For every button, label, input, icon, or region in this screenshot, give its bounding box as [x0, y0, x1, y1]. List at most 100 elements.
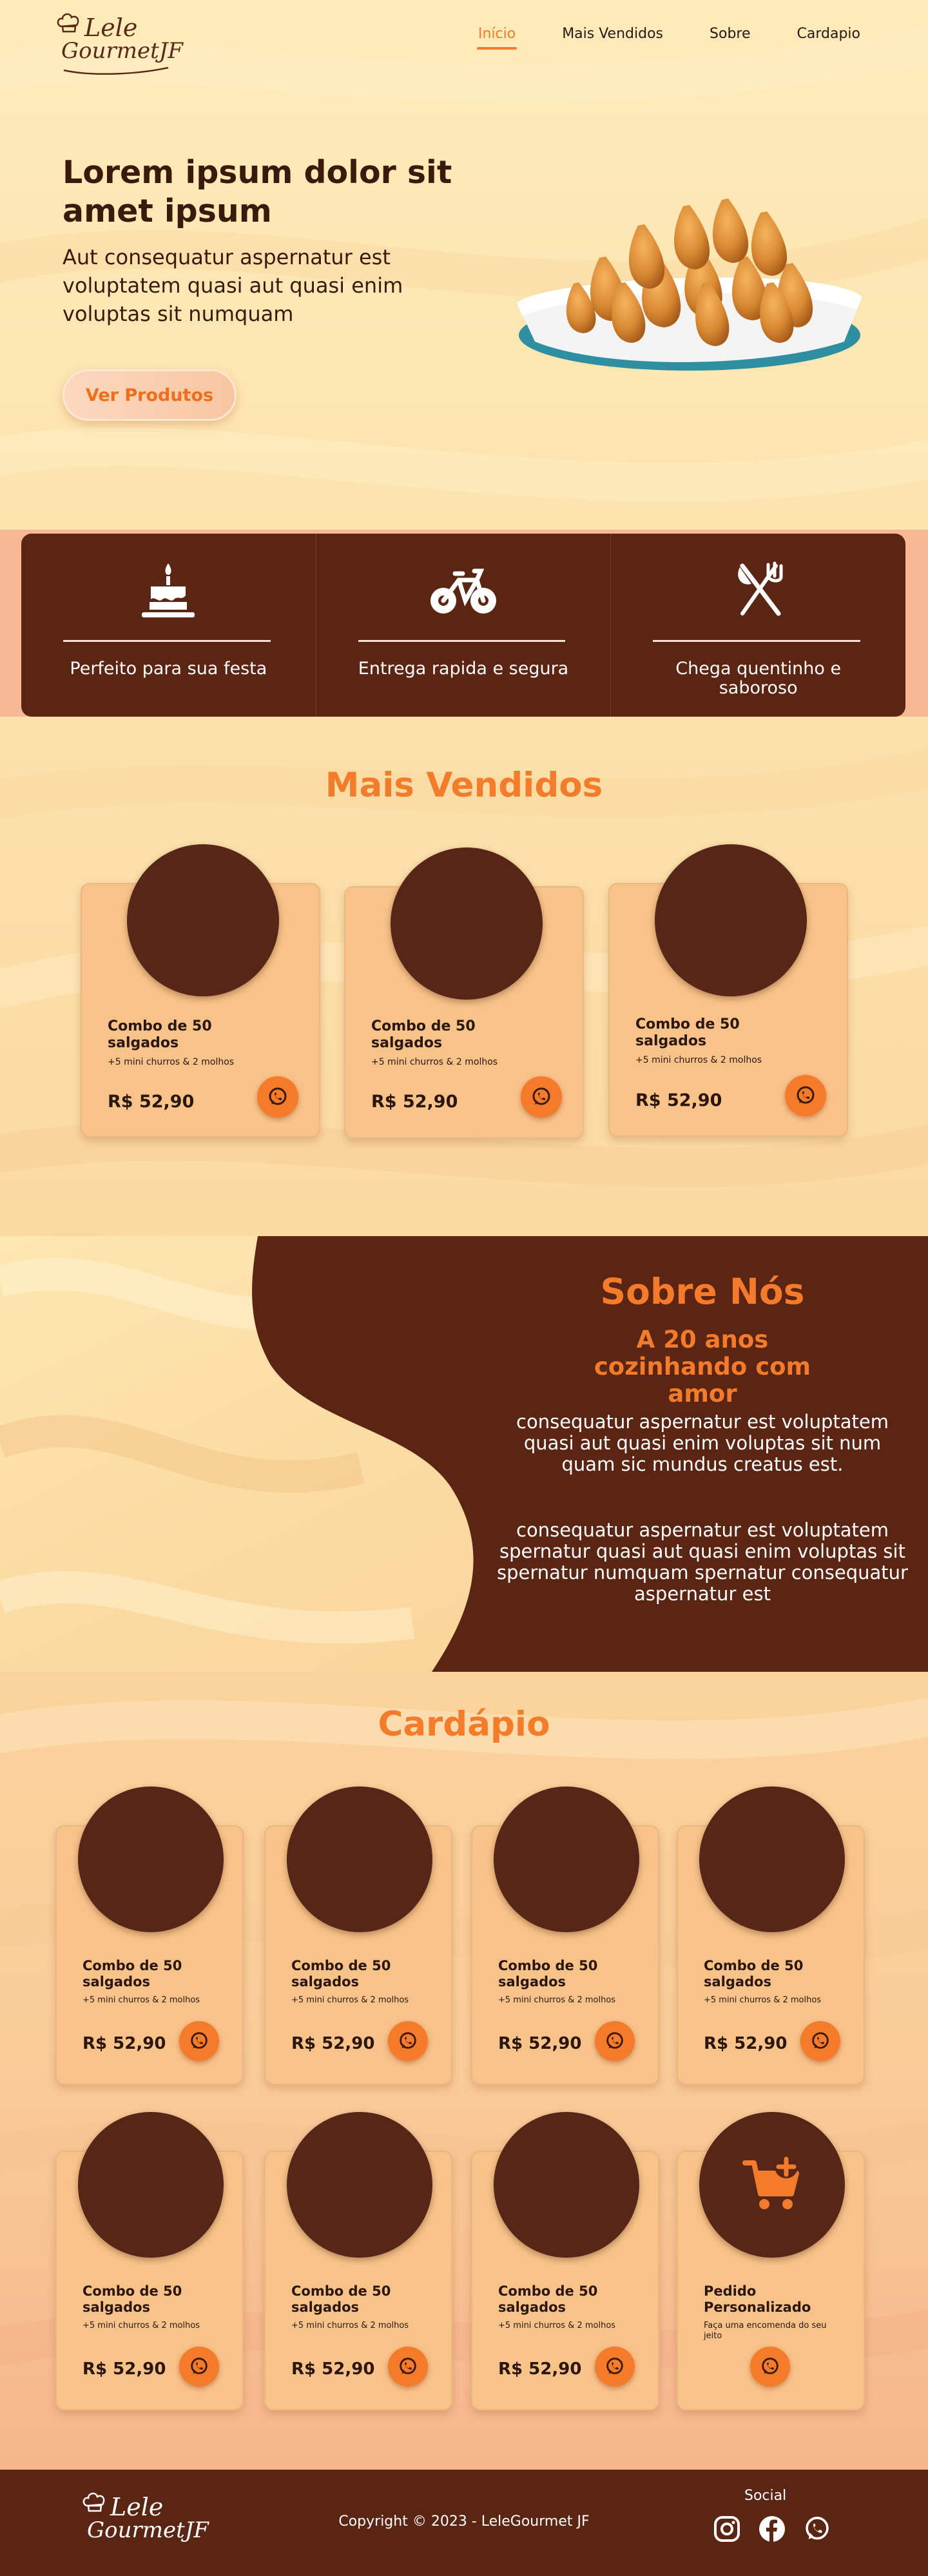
nav-mais-vendidos[interactable]: Mais Vendidos [562, 26, 663, 50]
product-price: R$ 52,90 [291, 2034, 375, 2053]
product-name: Combo de 50 salgados [291, 2283, 391, 2315]
instagram-icon[interactable] [713, 2515, 741, 2543]
product-price: R$ 52,90 [82, 2034, 166, 2053]
feature-party: Perfeito para sua festa [21, 534, 316, 717]
product-price: R$ 52,90 [291, 2359, 375, 2379]
whatsapp-order-button[interactable] [785, 1075, 826, 1116]
whatsapp-icon [532, 1087, 550, 1105]
custom-order-card[interactable]: Pedido Personalizado Faça uma encomenda … [677, 2112, 865, 2410]
product-name: Combo de 50 salgados [704, 1958, 804, 1990]
about-paragraph-2: consequatur aspernatur est voluptatem sp… [497, 1519, 908, 1605]
facebook-icon[interactable] [758, 2515, 786, 2543]
product-price: R$ 52,90 [82, 2359, 166, 2379]
feature-divider [63, 640, 271, 642]
product-price: R$ 52,90 [498, 2034, 582, 2053]
product-image [127, 844, 279, 996]
menu-card[interactable]: Combo de 50 salgados +5 mini churros & 2… [264, 1787, 452, 2085]
product-desc: +5 mini churros & 2 molhos [291, 2321, 409, 2330]
menu-card[interactable]: Combo de 50 salgados +5 mini churros & 2… [264, 2112, 452, 2410]
chef-hat-icon [57, 13, 79, 33]
product-desc: +5 mini churros & 2 molhos [371, 1057, 498, 1067]
about-paragraph-1: consequatur aspernatur est voluptatem qu… [516, 1411, 889, 1475]
menu-title: Cardápio [378, 1705, 550, 1744]
menu-card[interactable]: Combo de 50 salgados +5 mini churros & 2… [677, 1787, 865, 2085]
logo-line2: GourmetJF [61, 38, 184, 64]
whatsapp-order-button[interactable] [800, 2021, 840, 2061]
fork-knife-icon [737, 561, 783, 616]
nav-inicio[interactable]: Início [476, 26, 517, 50]
product-price: R$ 52,90 [704, 2034, 788, 2053]
product-desc: +5 mini churros & 2 molhos [498, 1995, 616, 2005]
product-name: Combo de 50 salgados [108, 1018, 212, 1051]
whatsapp-order-button[interactable] [257, 1076, 298, 1118]
menu-card[interactable]: Combo de 50 salgados +5 mini churros & 2… [55, 1787, 244, 2085]
product-name: Combo de 50 salgados [498, 2283, 598, 2315]
whatsapp-order-button[interactable] [595, 2347, 635, 2387]
nav-sobre[interactable]: Sobre [710, 26, 751, 50]
best-seller-card[interactable]: Combo de 50 salgados +5 mini churros & 2… [344, 847, 584, 1139]
feature-delivery: Entrega rapida e segura [316, 534, 612, 717]
whatsapp-order-button[interactable] [750, 2347, 790, 2387]
feature-text: Perfeito para sua festa [70, 659, 267, 679]
product-image [78, 2112, 224, 2258]
view-products-button[interactable]: Ver Produtos [63, 369, 237, 421]
whatsapp-icon [606, 2358, 623, 2374]
menu-card[interactable]: Combo de 50 salgados +5 mini churros & 2… [471, 2112, 659, 2410]
site-header: Lele GourmetJF Início Mais Vendidos Sobr… [0, 0, 928, 84]
product-image [287, 2112, 432, 2258]
whatsapp-order-button[interactable] [521, 1076, 562, 1118]
features-band: Perfeito para sua festa Entrega rapida e… [21, 534, 905, 717]
feature-text: Chega quentinho e saboroso [675, 659, 842, 698]
product-desc: +5 mini churros & 2 molhos [498, 2321, 616, 2330]
cart-plus-icon [742, 2155, 799, 2209]
whatsapp-order-button[interactable] [388, 2021, 428, 2061]
product-image [699, 1787, 845, 1932]
product-price: R$ 52,90 [371, 1092, 458, 1112]
whatsapp-icon [812, 2032, 829, 2049]
product-name: Combo de 50 salgados [291, 1958, 391, 1990]
whatsapp-icon [762, 2358, 778, 2374]
whatsapp-icon [606, 2032, 623, 2049]
product-image [494, 1787, 639, 1932]
product-image [655, 844, 807, 996]
product-desc: +5 mini churros & 2 molhos [291, 1995, 409, 2005]
product-name: Combo de 50 salgados [82, 2283, 182, 2315]
nav-cardapio[interactable]: Cardapio [797, 26, 860, 50]
feature-text: Entrega rapida e segura [358, 659, 569, 679]
custom-order-image [699, 2112, 845, 2258]
whatsapp-icon [269, 1087, 287, 1105]
best-seller-card[interactable]: Combo de 50 salgados +5 mini churros & 2… [608, 844, 848, 1137]
chef-hat-icon [82, 2492, 105, 2512]
social-title: Social [744, 2488, 787, 2504]
product-price: R$ 52,90 [108, 1092, 195, 1112]
product-image [287, 1787, 432, 1932]
whatsapp-order-button[interactable] [179, 2347, 219, 2387]
about-subtitle: A 20 anos cozinhando com amor [594, 1326, 811, 1408]
whatsapp-order-button[interactable] [388, 2347, 428, 2387]
menu-card[interactable]: Combo de 50 salgados +5 mini churros & 2… [471, 1787, 659, 2085]
product-name: Combo de 50 salgados [635, 1016, 740, 1049]
whatsapp-icon [400, 2358, 416, 2374]
product-desc: +5 mini churros & 2 molhos [704, 1995, 822, 2005]
feature-divider [358, 640, 566, 642]
product-price: R$ 52,90 [635, 1090, 722, 1110]
menu-card[interactable]: Combo de 50 salgados +5 mini churros & 2… [55, 2112, 244, 2410]
product-desc: +5 mini churros & 2 molhos [635, 1055, 762, 1065]
whatsapp-order-button[interactable] [595, 2021, 635, 2061]
brand-logo[interactable]: Lele GourmetJF [57, 13, 184, 75]
product-desc: +5 mini churros & 2 molhos [82, 2321, 200, 2330]
cake-icon [142, 563, 195, 617]
custom-order-name: Pedido Personalizado [704, 2283, 811, 2315]
whatsapp-icon[interactable] [803, 2515, 831, 2543]
whatsapp-order-button[interactable] [179, 2021, 219, 2061]
product-name: Combo de 50 salgados [371, 1018, 476, 1051]
feature-hot: Chega quentinho e saboroso [611, 534, 905, 717]
best-sellers-title: Mais Vendidos [325, 766, 603, 805]
whatsapp-icon [191, 2032, 208, 2049]
product-image [78, 1787, 224, 1932]
best-seller-card[interactable]: Combo de 50 salgados +5 mini churros & 2… [81, 844, 320, 1138]
feature-divider [653, 640, 861, 642]
hero-subtitle: Aut consequatur aspernatur est voluptate… [63, 245, 403, 326]
main-nav: Início Mais Vendidos Sobre Cardapio [476, 26, 860, 50]
product-image [494, 2112, 639, 2258]
